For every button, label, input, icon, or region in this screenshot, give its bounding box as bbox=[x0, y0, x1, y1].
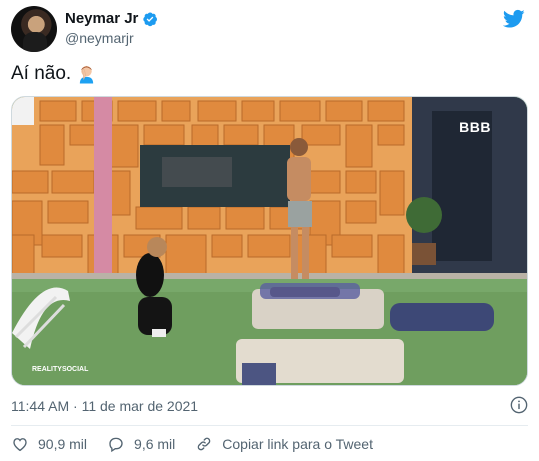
author-handle[interactable]: @neymarjr bbox=[65, 30, 158, 46]
action-bar: 90,9 mil 9,6 mil Copiar link para o Twee… bbox=[11, 435, 393, 453]
tweet-card: Neymar Jr @neymarjr Aí não. BBB REALITYS… bbox=[0, 0, 539, 461]
link-icon bbox=[197, 437, 211, 451]
timestamp-separator: · bbox=[73, 398, 78, 414]
avatar[interactable] bbox=[11, 6, 57, 52]
tweet-media-video[interactable]: BBB REALITYSOCIAL bbox=[11, 96, 528, 386]
reply-count: 9,6 mil bbox=[134, 436, 176, 452]
author-block: Neymar Jr @neymarjr bbox=[65, 10, 158, 46]
info-icon[interactable] bbox=[510, 396, 528, 414]
author-name[interactable]: Neymar Jr bbox=[65, 10, 138, 27]
twitter-bird-icon[interactable] bbox=[502, 9, 525, 29]
divider bbox=[11, 425, 528, 426]
like-count: 90,9 mil bbox=[38, 436, 88, 452]
reply-icon bbox=[109, 437, 123, 453]
timestamp[interactable]: 11:44 AM · 11 de mar de 2021 bbox=[11, 398, 198, 414]
watermark-social: REALITYSOCIAL bbox=[32, 366, 89, 373]
copy-link-button[interactable]: Copiar link para o Tweet bbox=[195, 435, 373, 453]
like-button[interactable]: 90,9 mil bbox=[11, 435, 87, 453]
name-row: Neymar Jr bbox=[65, 10, 158, 27]
copy-link-label: Copiar link para o Tweet bbox=[222, 436, 373, 452]
verified-badge-icon bbox=[142, 11, 158, 27]
media-scene bbox=[12, 97, 527, 385]
timestamp-date: 11 de mar de 2021 bbox=[81, 398, 199, 414]
timestamp-time: 11:44 AM bbox=[11, 398, 70, 414]
heart-icon bbox=[13, 438, 27, 452]
tweet-text-row: Aí não. bbox=[11, 63, 96, 85]
watermark-logo: BBB bbox=[459, 119, 491, 135]
facepalm-icon bbox=[77, 64, 96, 84]
tweet-text: Aí não. bbox=[11, 63, 72, 84]
reply-button[interactable]: 9,6 mil bbox=[107, 435, 175, 453]
